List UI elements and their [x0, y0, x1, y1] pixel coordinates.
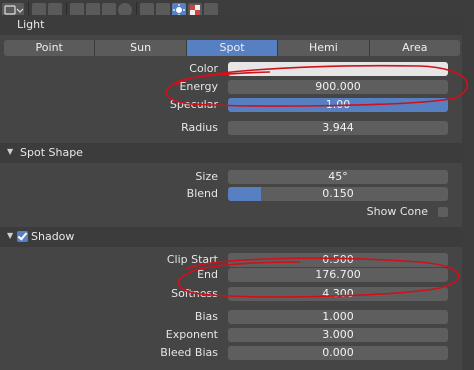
shadow-panel-header[interactable]: ▼ Shadow: [0, 227, 462, 247]
end-label: End: [197, 268, 218, 281]
specular-label: Specular: [169, 98, 218, 111]
spot-shape-panel-header[interactable]: ▼ Spot Shape: [0, 143, 462, 163]
size-label: Size: [195, 170, 218, 183]
scrollbar[interactable]: [462, 20, 474, 370]
shadow-title: Shadow: [31, 230, 75, 243]
tab-point[interactable]: Point: [4, 40, 96, 56]
clip-start-label: Clip Start: [166, 253, 218, 266]
light-type-tabs: Point Sun Spot Hemi Area: [4, 40, 460, 56]
size-field[interactable]: 45°: [228, 170, 448, 184]
tab-spot[interactable]: Spot: [186, 40, 279, 56]
blend-slider-fill: [228, 187, 261, 201]
bleed-bias-field[interactable]: 0.000: [228, 346, 448, 360]
bleed-bias-label: Bleed Bias: [160, 346, 218, 359]
color-label: Color: [189, 62, 218, 75]
bias-label: Bias: [194, 310, 218, 323]
clip-start-field[interactable]: 0.500: [228, 253, 448, 267]
light-panel-header[interactable]: Light: [0, 15, 462, 35]
tab-hemi[interactable]: Hemi: [278, 40, 370, 56]
energy-label: Energy: [179, 80, 218, 93]
energy-field[interactable]: 900.000: [228, 80, 448, 94]
show-cone-checkbox[interactable]: [438, 207, 448, 217]
tab-sun[interactable]: Sun: [95, 40, 187, 56]
softness-label: Softness: [171, 287, 218, 300]
color-swatch[interactable]: [228, 62, 448, 76]
radius-label: Radius: [181, 121, 218, 134]
tab-area[interactable]: Area: [369, 40, 460, 56]
blend-slider[interactable]: 0.150: [228, 187, 448, 201]
end-field[interactable]: 176.700: [228, 268, 448, 282]
spot-shape-title: Spot Shape: [20, 146, 83, 159]
specular-field[interactable]: 1.00: [228, 98, 448, 112]
radius-field[interactable]: 3.944: [228, 121, 448, 135]
bias-field[interactable]: 1.000: [228, 310, 448, 324]
blend-label: Blend: [186, 187, 218, 200]
expand-triangle-icon: ▼: [7, 147, 14, 156]
light-panel-title: Light: [17, 18, 45, 31]
shadow-enable-checkbox[interactable]: [17, 231, 28, 242]
exponent-field[interactable]: 3.000: [228, 328, 448, 342]
show-cone-label: Show Cone: [366, 205, 428, 218]
exponent-label: Exponent: [165, 328, 218, 341]
softness-field[interactable]: 4.300: [228, 287, 448, 301]
expand-triangle-icon: ▼: [7, 231, 14, 240]
